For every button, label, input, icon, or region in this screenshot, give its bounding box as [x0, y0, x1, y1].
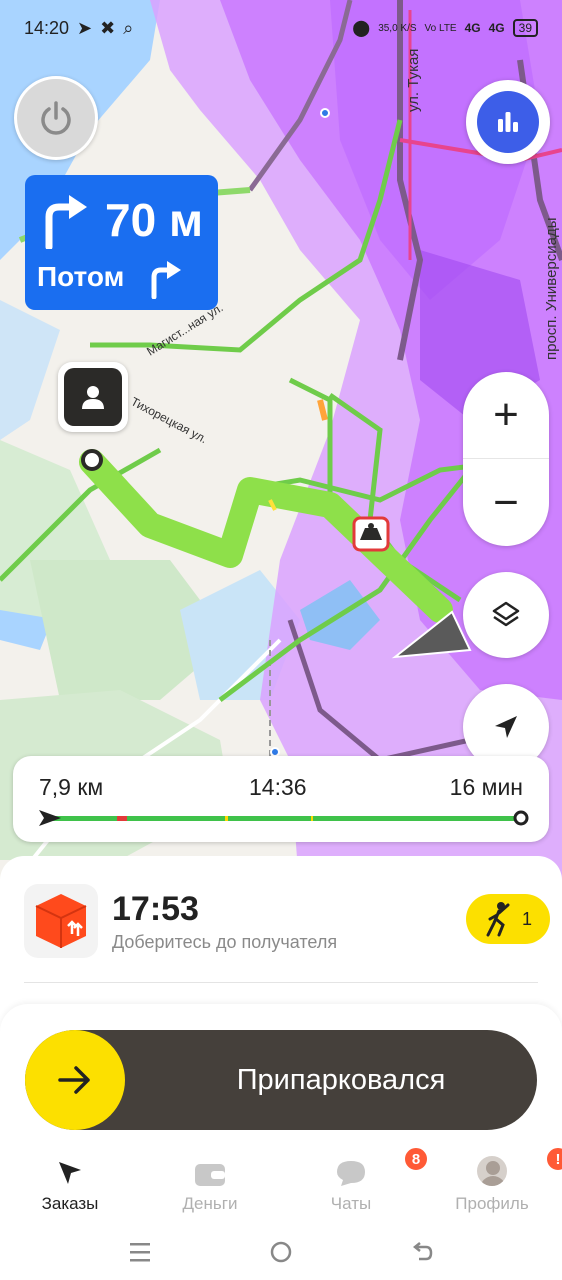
package-icon: [24, 884, 98, 958]
status-time: 14:20: [24, 17, 70, 38]
tab-bar: Заказы Деньги 8 Чаты ! Профиль: [0, 1142, 562, 1222]
stats-button[interactable]: [466, 80, 550, 164]
order-status-text: Доберитесь до получателя: [112, 932, 338, 952]
slider-knob[interactable]: [25, 1030, 125, 1130]
street-label-universiady: просп. Универсиады: [543, 217, 560, 360]
route-start-point: [81, 449, 103, 471]
power-button[interactable]: [14, 76, 98, 160]
tab-orders-label: Заказы: [41, 1194, 99, 1213]
maneuver-then-label: Потом: [37, 261, 125, 292]
wallet-icon: [195, 1164, 225, 1186]
system-nav-bar: [0, 1222, 562, 1280]
maneuver-distance: 70 м: [105, 194, 203, 246]
avatar: [475, 1154, 509, 1188]
orders-arrow-icon: [59, 1162, 81, 1184]
signal-4g-2: 4G: [488, 21, 505, 35]
location-icon: ⬤: [352, 20, 371, 37]
walker-badge[interactable]: 1: [466, 894, 550, 944]
turn-right-icon: [45, 195, 87, 249]
street-label-tukaya: ул. Тукая: [405, 49, 422, 112]
bar-chart-icon: [498, 112, 518, 132]
tab-profile[interactable]: ! Профиль: [432, 1142, 562, 1222]
back-button[interactable]: [402, 1232, 442, 1272]
route-distance: 7,9 км: [39, 774, 104, 800]
zoom-controls: + −: [463, 372, 549, 546]
tab-profile-label: Профиль: [455, 1194, 529, 1213]
recents-button[interactable]: [120, 1232, 160, 1272]
status-bar: 14:20 ➤ ✖ ⌕ ⬤ 35,0 K/S Vo LTE 4G 4G 39: [0, 0, 562, 56]
app-notification-icon: ✖: [100, 17, 116, 38]
signal-4g-1: 4G: [464, 21, 481, 35]
tab-chats[interactable]: 8 Чаты: [291, 1142, 429, 1222]
sheet-divider: [24, 982, 538, 983]
home-circle-icon: [270, 1241, 292, 1263]
route-arrival-time: 14:36: [249, 774, 307, 800]
zoom-in-button[interactable]: +: [463, 372, 549, 458]
tab-orders[interactable]: Заказы: [10, 1142, 130, 1222]
chat-icon: [337, 1161, 365, 1186]
route-summary-card[interactable]: 7,9 км 14:36 16 мин: [13, 756, 549, 842]
home-button[interactable]: [261, 1232, 301, 1272]
order-eta: 17:53: [112, 890, 199, 928]
layers-icon: [492, 601, 520, 627]
navigation-arrow-icon: [495, 716, 517, 738]
recipient-pin[interactable]: [58, 362, 128, 432]
profile-badge: !: [545, 1146, 562, 1172]
slider-label: Припарковался: [236, 1064, 446, 1096]
walker-count: 1: [521, 908, 532, 929]
next-turn-right-icon: [151, 261, 181, 299]
search-icon: ⌕: [123, 17, 134, 38]
volte-indicator: Vo LTE: [424, 22, 457, 34]
route-progress-bar: [39, 810, 529, 826]
chats-badge: 8: [403, 1146, 429, 1172]
progress-start-arrow: [39, 810, 61, 826]
telegram-icon: ➤: [77, 17, 93, 38]
net-speed: 35,0 K/S: [378, 22, 417, 34]
back-icon: [412, 1242, 433, 1261]
battery-indicator: 39: [512, 19, 538, 37]
zoom-divider: [463, 458, 549, 459]
tab-chats-label: Чаты: [330, 1194, 372, 1213]
power-icon: [41, 101, 71, 135]
incident-marker: [352, 516, 390, 552]
parked-slider[interactable]: Припарковался: [25, 1030, 537, 1130]
layers-button[interactable]: [463, 572, 549, 658]
menu-icon: [130, 1243, 150, 1262]
person-icon: [82, 386, 104, 409]
arrow-right-icon: [58, 1066, 90, 1094]
progress-end-point: [513, 810, 529, 826]
maneuver-panel: 70 м Потом: [25, 175, 218, 310]
route-duration: 16 мин: [449, 774, 523, 800]
tab-money[interactable]: Деньги: [150, 1142, 270, 1222]
walking-person-icon: [486, 902, 510, 937]
zoom-out-button[interactable]: −: [463, 460, 549, 546]
tab-money-label: Деньги: [182, 1194, 238, 1213]
